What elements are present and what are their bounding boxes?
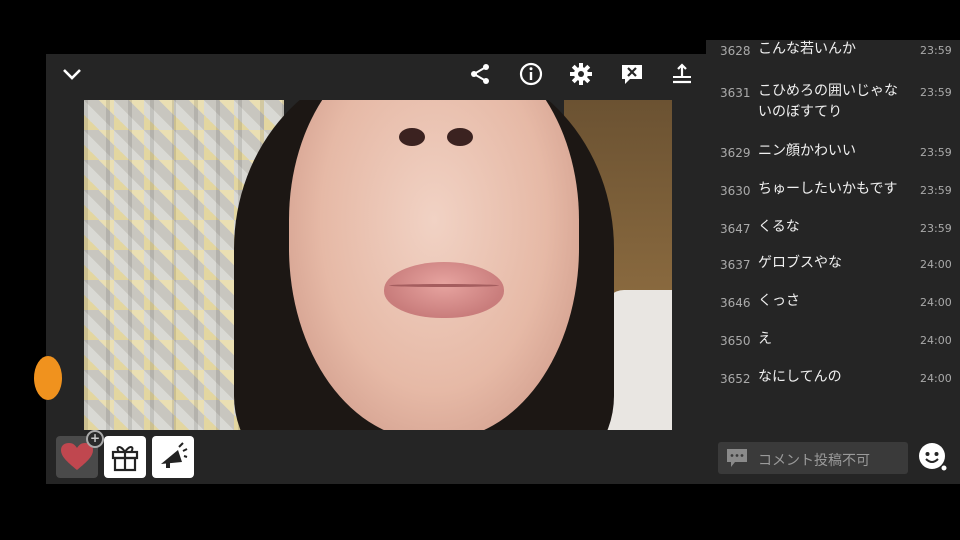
video-nostril-right [447,128,473,146]
video-lips [384,262,504,318]
video-nostril-left [399,128,425,146]
comment-number: 3631 [720,86,751,100]
comment-text: なにしてんの [758,369,842,385]
comment-input[interactable]: コメント投稿不可 [718,442,908,474]
comment-time: 23:59 [920,146,952,159]
side-handle[interactable] [34,356,62,400]
comment-input-bar: コメント投稿不可 [706,436,960,484]
like-button[interactable]: + [56,430,104,478]
comment-off-icon[interactable] [620,62,644,86]
video-face [289,100,579,430]
comment-input-placeholder: コメント投稿不可 [758,453,870,469]
comment-text: くるな [758,219,800,235]
comment-text: え [758,331,772,347]
plus-icon: + [86,430,104,448]
comment-number: 3646 [720,296,751,310]
share-icon[interactable] [468,62,492,86]
comment-time: 24:00 [920,258,952,271]
comment-number: 3629 [720,146,751,160]
live-video[interactable] [84,100,672,430]
comment-number: 3652 [720,372,751,386]
gear-icon[interactable] [569,62,593,86]
comment-time: 23:59 [920,184,952,197]
comment-number: 3650 [720,334,751,348]
comment-text: ニン顔かわいい [758,143,856,159]
comment-text: ゲロブスやな [758,255,842,271]
player-panel: + [34,54,706,484]
comment-bubble-icon [727,449,747,467]
comment-time: 24:00 [920,372,952,385]
heart-icon [61,443,93,470]
advertise-button[interactable] [152,436,194,478]
smiley-icon[interactable] [918,442,948,472]
comment-time: 23:59 [920,44,952,57]
info-icon[interactable] [519,62,543,86]
comment-number: 3630 [720,184,751,198]
chevron-down-icon[interactable] [60,62,84,86]
comment-text: こんな若いんか [758,41,856,57]
video-background-pillow [604,290,672,430]
download-icon[interactable] [670,62,694,86]
video-lip-line [389,284,499,287]
comment-number: 3637 [720,258,751,272]
player-toolbar [46,54,706,94]
megaphone-icon [161,442,188,468]
comment-text: ちゅーしたいかもです [758,181,898,197]
comment-list[interactable]: 3628 こんな若いんか 23:59 3631 こひめろの囲いじゃないのぼすてり… [706,40,960,436]
comment-time: 24:00 [920,296,952,309]
gift-icon [111,446,139,472]
comment-number: 3628 [720,44,751,58]
comment-text: こひめろの囲いじゃないのぼすてり [758,83,898,120]
comment-text: くっさ [758,293,800,309]
gift-button[interactable] [104,436,146,478]
comment-time: 23:59 [920,86,952,99]
comment-number: 3647 [720,222,751,236]
comment-time: 23:59 [920,222,952,235]
comment-time: 24:00 [920,334,952,347]
